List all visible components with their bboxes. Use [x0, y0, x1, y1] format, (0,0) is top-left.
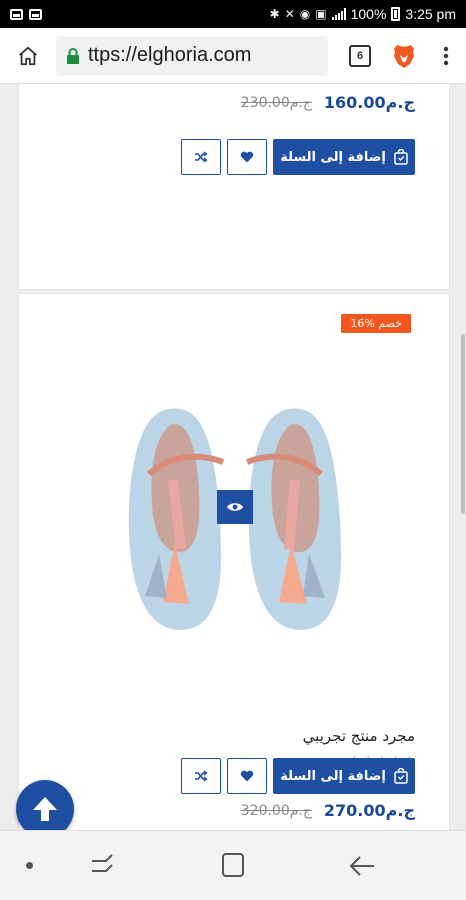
wifi-icon: ▣: [315, 7, 327, 21]
wishlist-button[interactable]: [227, 139, 267, 175]
scrollbar[interactable]: [461, 334, 465, 514]
add-to-cart-button[interactable]: إضافة إلى السلة: [273, 139, 415, 175]
old-price: 320.00ج.م: [240, 802, 312, 819]
alarm-icon: ◉: [299, 7, 311, 21]
back-arrow-icon[interactable]: [348, 853, 376, 879]
address-bar[interactable]: ttps://elghoria.com: [56, 35, 328, 76]
image-icon: [29, 8, 42, 20]
add-to-cart-label: إضافة إلى السلة: [280, 149, 386, 165]
battery-percent: 100%: [350, 6, 387, 22]
new-price: 160.00ج.م: [323, 93, 415, 112]
brave-shields-button[interactable]: [382, 28, 426, 84]
nav-dot-indicator: [26, 862, 33, 869]
recent-apps-icon[interactable]: [88, 853, 116, 879]
browser-toolbar: ttps://elghoria.com 6: [0, 28, 466, 84]
overflow-menu-button[interactable]: [426, 28, 466, 84]
more-vertical-icon: [443, 46, 449, 65]
heart-icon: [240, 151, 254, 163]
mute-icon: ✕: [284, 7, 295, 21]
price-row: 320.00ج.م 270.00ج.م: [241, 801, 415, 820]
add-to-cart-label: إضافة إلى السلة: [280, 768, 386, 784]
compare-button[interactable]: [181, 758, 221, 794]
brave-lion-icon: [394, 44, 414, 68]
battery-icon: [391, 7, 401, 21]
product-card: 230.00ج.م 160.00ج.م إضافة إلى السلة: [18, 84, 450, 290]
system-nav-bar: [0, 830, 466, 900]
page-content: 230.00ج.م 160.00ج.م إضافة إلى السلة 16% …: [0, 84, 466, 830]
product-card: 16% خصم مجرد منتج تجريبي ★: [18, 293, 450, 830]
system-status: ✱ ✕ ◉ ▣ 100% 3:25 pm: [270, 6, 456, 22]
shuffle-icon: [195, 151, 208, 163]
tab-count: 6: [349, 44, 371, 67]
wishlist-button[interactable]: [227, 758, 267, 794]
lock-icon: [67, 47, 79, 64]
home-button[interactable]: [0, 28, 56, 84]
shopping-bag-icon: [394, 149, 408, 165]
quick-view-button[interactable]: [217, 490, 253, 524]
product-title[interactable]: مجرد منتج تجريبي: [303, 727, 415, 745]
product-actions: إضافة إلى السلة: [181, 758, 415, 794]
shuffle-icon: [195, 770, 208, 782]
discount-badge: 16% خصم: [341, 314, 411, 333]
price-row: 230.00ج.م 160.00ج.م: [241, 93, 415, 112]
url-text: ttps://elghoria.com: [88, 44, 252, 66]
eye-icon: [227, 503, 243, 511]
status-bar: ✱ ✕ ◉ ▣ 100% 3:25 pm: [0, 0, 466, 28]
tabs-button[interactable]: 6: [338, 28, 382, 84]
old-price: 230.00ج.م: [240, 94, 312, 111]
arrow-up-icon: [33, 797, 57, 821]
bluetooth-icon: ✱: [269, 7, 280, 21]
signal-icon: [331, 8, 346, 20]
shopping-bag-icon: [394, 768, 408, 784]
new-price: 270.00ج.م: [323, 801, 415, 820]
add-to-cart-button[interactable]: إضافة إلى السلة: [273, 758, 415, 794]
heart-icon: [240, 770, 254, 782]
home-icon: [19, 46, 37, 65]
gallery-icon: [10, 8, 23, 20]
clock: 3:25 pm: [405, 6, 456, 22]
compare-button[interactable]: [181, 139, 221, 175]
product-actions: إضافة إلى السلة: [181, 139, 415, 175]
home-nav-button[interactable]: [222, 853, 244, 877]
notification-icons: [10, 8, 42, 20]
